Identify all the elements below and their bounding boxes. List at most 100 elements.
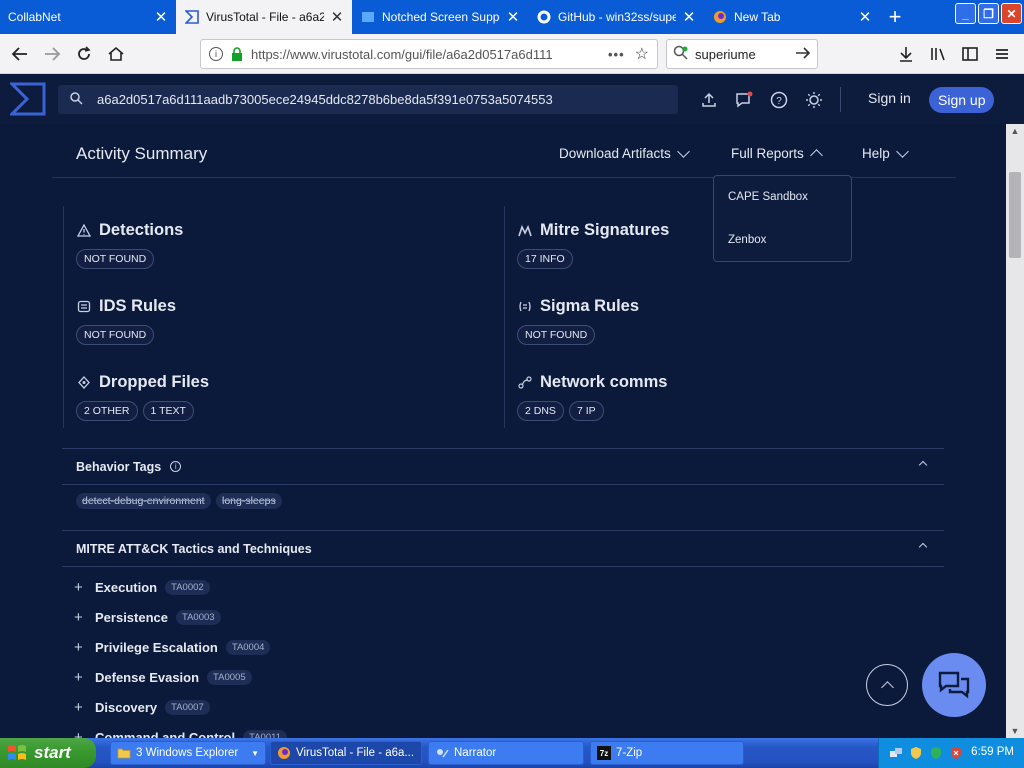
status-badge: NOT FOUND — [76, 249, 155, 269]
info-icon[interactable]: i — [209, 47, 223, 61]
mitre-signatures-card[interactable]: Mitre Signatures 17 INFO — [517, 221, 669, 269]
detections-card[interactable]: Detections NOT FOUND — [76, 221, 183, 269]
full-reports-menu[interactable]: Full Reports — [731, 146, 823, 162]
library-icon[interactable] — [922, 38, 954, 70]
taskbar-item-label: VirusTotal - File - a6a... — [296, 747, 415, 759]
expand-icon[interactable]: + — [74, 609, 84, 626]
taskbar-narrator[interactable]: Narrator — [428, 741, 584, 765]
behavior-tag[interactable]: detect-debug-environment — [76, 493, 211, 509]
minimize-icon[interactable]: _ — [955, 3, 976, 24]
scroll-to-top-button[interactable] — [866, 664, 908, 706]
download-artifacts-menu[interactable]: Download Artifacts — [559, 144, 690, 161]
expand-icon[interactable]: + — [74, 669, 84, 686]
update-shield-icon[interactable] — [929, 746, 943, 760]
forward-button[interactable] — [36, 38, 68, 70]
svg-text:?: ? — [776, 96, 782, 107]
theme-toggle-icon[interactable] — [801, 87, 826, 112]
behavior-tag[interactable]: long-sleeps — [216, 493, 282, 509]
sidebar-icon[interactable] — [954, 38, 986, 70]
scroll-down-icon[interactable]: ▼ — [1010, 726, 1020, 736]
tactic-row[interactable]: + Execution TA0002 — [74, 579, 210, 596]
taskbar-7zip[interactable]: 7z 7-Zip — [590, 741, 744, 765]
network-comms-card[interactable]: Network comms 2 DNS 7 IP — [517, 373, 667, 421]
tactic-name: Discovery — [95, 700, 158, 715]
chevron-up-icon[interactable] — [918, 460, 928, 470]
alert-shield-icon[interactable] — [949, 746, 963, 760]
sigma-rules-card[interactable]: Sigma Rules NOT FOUND — [517, 297, 639, 345]
close-tab-icon[interactable]: ✕ — [506, 8, 520, 26]
expand-icon[interactable]: + — [74, 579, 84, 596]
behavior-tags-header[interactable]: Behavior Tags i — [62, 448, 944, 485]
tactic-id-badge: TA0011 — [243, 730, 287, 738]
sign-up-button[interactable]: Sign up — [929, 87, 995, 113]
chevron-up-icon[interactable] — [918, 542, 928, 552]
help-icon[interactable]: ? — [766, 87, 791, 112]
restore-icon[interactable]: ❐ — [978, 3, 999, 24]
close-tab-icon[interactable]: ✕ — [154, 8, 168, 26]
sigma-icon — [517, 299, 533, 315]
full-reports-dropdown: CAPE Sandbox Zenbox — [713, 175, 852, 262]
star-icon[interactable]: ☆ — [635, 44, 649, 64]
expand-icon[interactable]: + — [74, 639, 84, 656]
chat-button[interactable] — [922, 653, 986, 717]
info-icon[interactable]: i — [170, 461, 182, 472]
close-tab-icon[interactable]: ✕ — [330, 8, 344, 26]
card-title: Mitre Signatures — [540, 221, 670, 239]
card-title: Network comms — [540, 373, 668, 391]
downloads-icon[interactable] — [890, 38, 922, 70]
scroll-up-icon[interactable]: ▲ — [1010, 126, 1020, 136]
status-badge: 1 TEXT — [142, 401, 194, 421]
chat-icon — [938, 671, 970, 699]
tactic-row[interactable]: + Command and Control TA0011 — [74, 729, 287, 738]
search-bar[interactable]: superiume — [666, 39, 818, 69]
url-bar[interactable]: i https://www.virustotal.com/gui/file/a6… — [200, 39, 658, 69]
scrollbar-thumb[interactable] — [1009, 172, 1021, 258]
close-window-icon[interactable]: ✕ — [1001, 3, 1022, 24]
security-shield-icon[interactable] — [909, 746, 923, 760]
tab-collabnet[interactable]: CollabNet ✕ — [0, 0, 176, 34]
back-button[interactable] — [4, 38, 36, 70]
expand-icon[interactable]: + — [74, 729, 84, 738]
sign-in-link[interactable]: Sign in — [868, 90, 911, 106]
activity-summary-title: Activity Summary — [76, 144, 208, 163]
mitre-attack-header[interactable]: MITRE ATT&CK Tactics and Techniques — [62, 530, 944, 567]
help-menu[interactable]: Help — [862, 144, 909, 161]
reload-button[interactable] — [68, 38, 100, 70]
7zip-icon: 7z — [597, 746, 611, 760]
dropped-files-card[interactable]: Dropped Files 2 OTHER 1 TEXT — [76, 373, 209, 421]
ids-rules-card[interactable]: IDS Rules NOT FOUND — [76, 297, 176, 345]
hash-search-input[interactable]: a6a2d0517a6d111aadb73005ece24945ddc8278b… — [58, 85, 678, 114]
ids-icon — [76, 299, 92, 315]
tactic-row[interactable]: + Persistence TA0003 — [74, 609, 221, 626]
page-actions-icon[interactable]: ••• — [608, 47, 625, 62]
virustotal-favicon-icon — [184, 9, 200, 25]
network-tray-icon[interactable] — [889, 746, 903, 760]
notifications-icon[interactable] — [731, 87, 756, 112]
tactic-row[interactable]: + Discovery TA0007 — [74, 699, 210, 716]
tab-new-tab[interactable]: New Tab ✕ — [704, 0, 880, 34]
tactic-row[interactable]: + Privilege Escalation TA0004 — [74, 639, 271, 656]
tab-virustotal[interactable]: VirusTotal - File - a6a2d05 ✕ — [176, 0, 352, 34]
start-button[interactable]: start — [0, 738, 96, 768]
tactic-row[interactable]: + Defense Evasion TA0005 — [74, 669, 252, 686]
upload-icon[interactable] — [696, 87, 721, 112]
expand-icon[interactable]: + — [74, 699, 84, 716]
new-tab-button[interactable]: + — [880, 0, 910, 34]
home-button[interactable] — [100, 38, 132, 70]
page-scrollbar[interactable]: ▲ ▼ — [1006, 124, 1024, 738]
search-icon — [70, 91, 83, 108]
taskbar-virustotal[interactable]: VirusTotal - File - a6a... — [270, 741, 422, 765]
tab-github[interactable]: GitHub - win32ss/superm ✕ — [528, 0, 704, 34]
search-go-icon[interactable] — [795, 46, 811, 63]
virustotal-logo-icon[interactable] — [8, 82, 46, 116]
menu-icon[interactable] — [986, 38, 1018, 70]
taskbar-windows-explorer[interactable]: 3 Windows Explorer ▼ — [110, 741, 266, 765]
close-tab-icon[interactable]: ✕ — [858, 8, 872, 26]
close-tab-icon[interactable]: ✕ — [682, 8, 696, 26]
dropdown-item-zenbox[interactable]: Zenbox — [728, 234, 766, 246]
window-controls: _ ❐ ✕ — [955, 3, 1022, 24]
browser-tab-strip: CollabNet ✕ VirusTotal - File - a6a2d05 … — [0, 0, 1024, 34]
search-input[interactable]: superiume — [695, 47, 795, 62]
tab-notched-screen[interactable]: Notched Screen Support ✕ — [352, 0, 528, 34]
dropdown-item-cape-sandbox[interactable]: CAPE Sandbox — [728, 191, 808, 203]
